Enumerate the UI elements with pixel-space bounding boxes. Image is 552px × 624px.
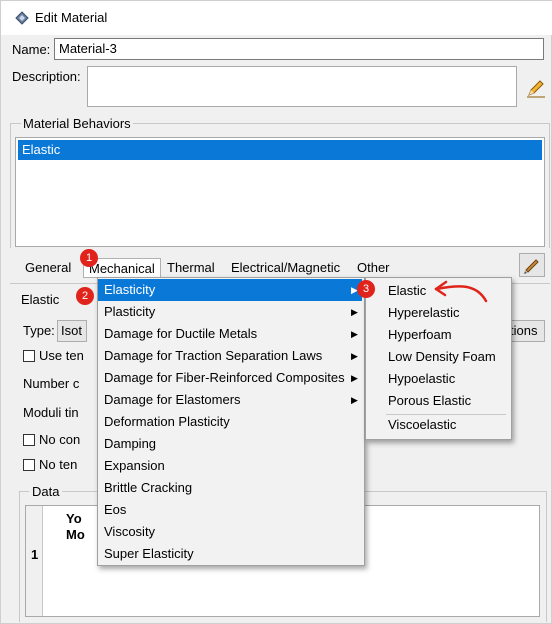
use-temp-checkbox[interactable] bbox=[23, 350, 35, 362]
menu-item-elasticity[interactable]: Elasticity ▶ bbox=[98, 279, 362, 301]
menu-item-label: Hyperelastic bbox=[388, 305, 460, 320]
annotation-arrow-icon bbox=[434, 280, 488, 303]
menu-item-label: Viscoelastic bbox=[388, 417, 457, 432]
suboptions-label: tions bbox=[510, 323, 538, 338]
menu-item-label: Damage for Ductile Metals bbox=[104, 326, 258, 341]
row-number: 1 bbox=[31, 547, 39, 562]
submenu-arrow-icon: ▶ bbox=[351, 307, 358, 317]
menu-item-expansion[interactable]: Expansion bbox=[98, 455, 362, 477]
menu-item-label: Porous Elastic bbox=[388, 393, 472, 408]
submenu-arrow-icon: ▶ bbox=[351, 351, 358, 361]
menu-item-label: Elastic bbox=[388, 283, 427, 298]
column-header: Yo bbox=[66, 511, 82, 526]
no-compression-checkbox[interactable] bbox=[23, 434, 35, 446]
menu-item-label: Hyperfoam bbox=[388, 327, 452, 342]
material-behaviors-list[interactable]: Elastic bbox=[15, 137, 545, 247]
title-bar: Edit Material bbox=[1, 1, 552, 35]
menu-item-hypoelastic[interactable]: Hypoelastic bbox=[366, 368, 509, 390]
no-compression-label: No con bbox=[39, 432, 81, 447]
menu-item-porous-elastic[interactable]: Porous Elastic bbox=[366, 390, 509, 412]
material-behaviors-label: Material Behaviors bbox=[21, 116, 133, 131]
menu-item-label: Damage for Elastomers bbox=[104, 392, 241, 407]
menu-item-super-elasticity[interactable]: Super Elasticity bbox=[98, 543, 362, 565]
name-label: Name: bbox=[12, 42, 51, 57]
edit-behavior-button[interactable] bbox=[519, 253, 545, 277]
menu-item-label: Damping bbox=[104, 436, 157, 451]
menu-item-label: Elasticity bbox=[104, 282, 156, 297]
menu-item-hyperfoam[interactable]: Hyperfoam bbox=[366, 324, 509, 346]
use-temp-label: Use ten bbox=[39, 348, 84, 363]
list-item[interactable]: Elastic bbox=[18, 140, 542, 160]
submenu-arrow-icon: ▶ bbox=[351, 373, 358, 383]
menu-general[interactable]: General bbox=[25, 258, 71, 278]
menu-item-brittle-cracking[interactable]: Brittle Cracking bbox=[98, 477, 362, 499]
menu-item-label: Damage for Fiber-Reinforced Composites bbox=[104, 370, 345, 385]
mechanical-menu: Elasticity ▶ Plasticity ▶ Damage for Ducti… bbox=[97, 277, 365, 566]
step-badge-2: 2 bbox=[76, 287, 94, 305]
menu-item-viscoelastic[interactable]: Viscoelastic bbox=[366, 414, 509, 436]
description-label: Description: bbox=[12, 69, 81, 84]
menu-item-label: Low Density Foam bbox=[388, 349, 496, 364]
menu-item-label: Deformation Plasticity bbox=[104, 414, 230, 429]
no-tension-label: No ten bbox=[39, 457, 78, 472]
app-icon bbox=[15, 11, 29, 25]
type-combo[interactable]: Isot bbox=[57, 320, 87, 342]
no-tension-checkbox[interactable] bbox=[23, 459, 35, 471]
menu-thermal[interactable]: Thermal bbox=[167, 258, 215, 278]
name-field[interactable]: Material-3 bbox=[54, 38, 544, 60]
menu-item-label: Expansion bbox=[104, 458, 165, 473]
step-badge-1: 1 bbox=[80, 249, 98, 267]
menu-item-deformation-plasticity[interactable]: Deformation Plasticity bbox=[98, 411, 362, 433]
moduli-label: Moduli tin bbox=[23, 405, 79, 420]
name-value: Material-3 bbox=[59, 41, 117, 56]
menu-item-hyperelastic[interactable]: Hyperelastic bbox=[366, 302, 509, 324]
number-of-label: Number c bbox=[23, 376, 80, 391]
menu-item-plasticity[interactable]: Plasticity ▶ bbox=[98, 301, 362, 323]
menu-item-low-density-foam[interactable]: Low Density Foam bbox=[366, 346, 509, 368]
data-label: Data bbox=[29, 484, 63, 499]
menu-item-damage-fiber[interactable]: Damage for Fiber-Reinforced Composites ▶ bbox=[98, 367, 362, 389]
menu-item-damage-ductile[interactable]: Damage for Ductile Metals ▶ bbox=[98, 323, 362, 345]
behavior-section-label: Elastic bbox=[21, 292, 60, 307]
menu-item-eos[interactable]: Eos bbox=[98, 499, 362, 521]
menu-item-label: Brittle Cracking bbox=[104, 480, 193, 495]
menu-other[interactable]: Other bbox=[357, 258, 390, 278]
edit-material-dialog: Edit Material Name: Material-3 Descripti… bbox=[0, 0, 552, 624]
menu-item-viscosity[interactable]: Viscosity bbox=[98, 521, 362, 543]
brush-icon bbox=[524, 259, 539, 274]
menu-item-label: Damage for Traction Separation Laws bbox=[104, 348, 323, 363]
menu-item-damage-elastomers[interactable]: Damage for Elastomers ▶ bbox=[98, 389, 362, 411]
type-value: Isot bbox=[61, 323, 82, 338]
menu-item-label: Eos bbox=[104, 502, 127, 517]
menu-item-label: Viscosity bbox=[104, 524, 156, 539]
menu-item-label: Plasticity bbox=[104, 304, 156, 319]
submenu-arrow-icon: ▶ bbox=[351, 329, 358, 339]
submenu-arrow-icon: ▶ bbox=[351, 395, 358, 405]
pencil-icon[interactable] bbox=[525, 77, 547, 99]
description-field[interactable] bbox=[87, 66, 517, 107]
window-title: Edit Material bbox=[35, 10, 108, 25]
column-header-2: Mo bbox=[66, 527, 85, 542]
menu-item-damage-traction[interactable]: Damage for Traction Separation Laws ▶ bbox=[98, 345, 362, 367]
type-label: Type: bbox=[23, 323, 55, 338]
step-badge-3: 3 bbox=[357, 280, 375, 298]
menu-item-damping[interactable]: Damping bbox=[98, 433, 362, 455]
menu-electrical-magnetic[interactable]: Electrical/Magnetic bbox=[231, 258, 340, 278]
menu-item-label: Super Elasticity bbox=[104, 546, 194, 561]
menu-item-label: Hypoelastic bbox=[388, 371, 456, 386]
